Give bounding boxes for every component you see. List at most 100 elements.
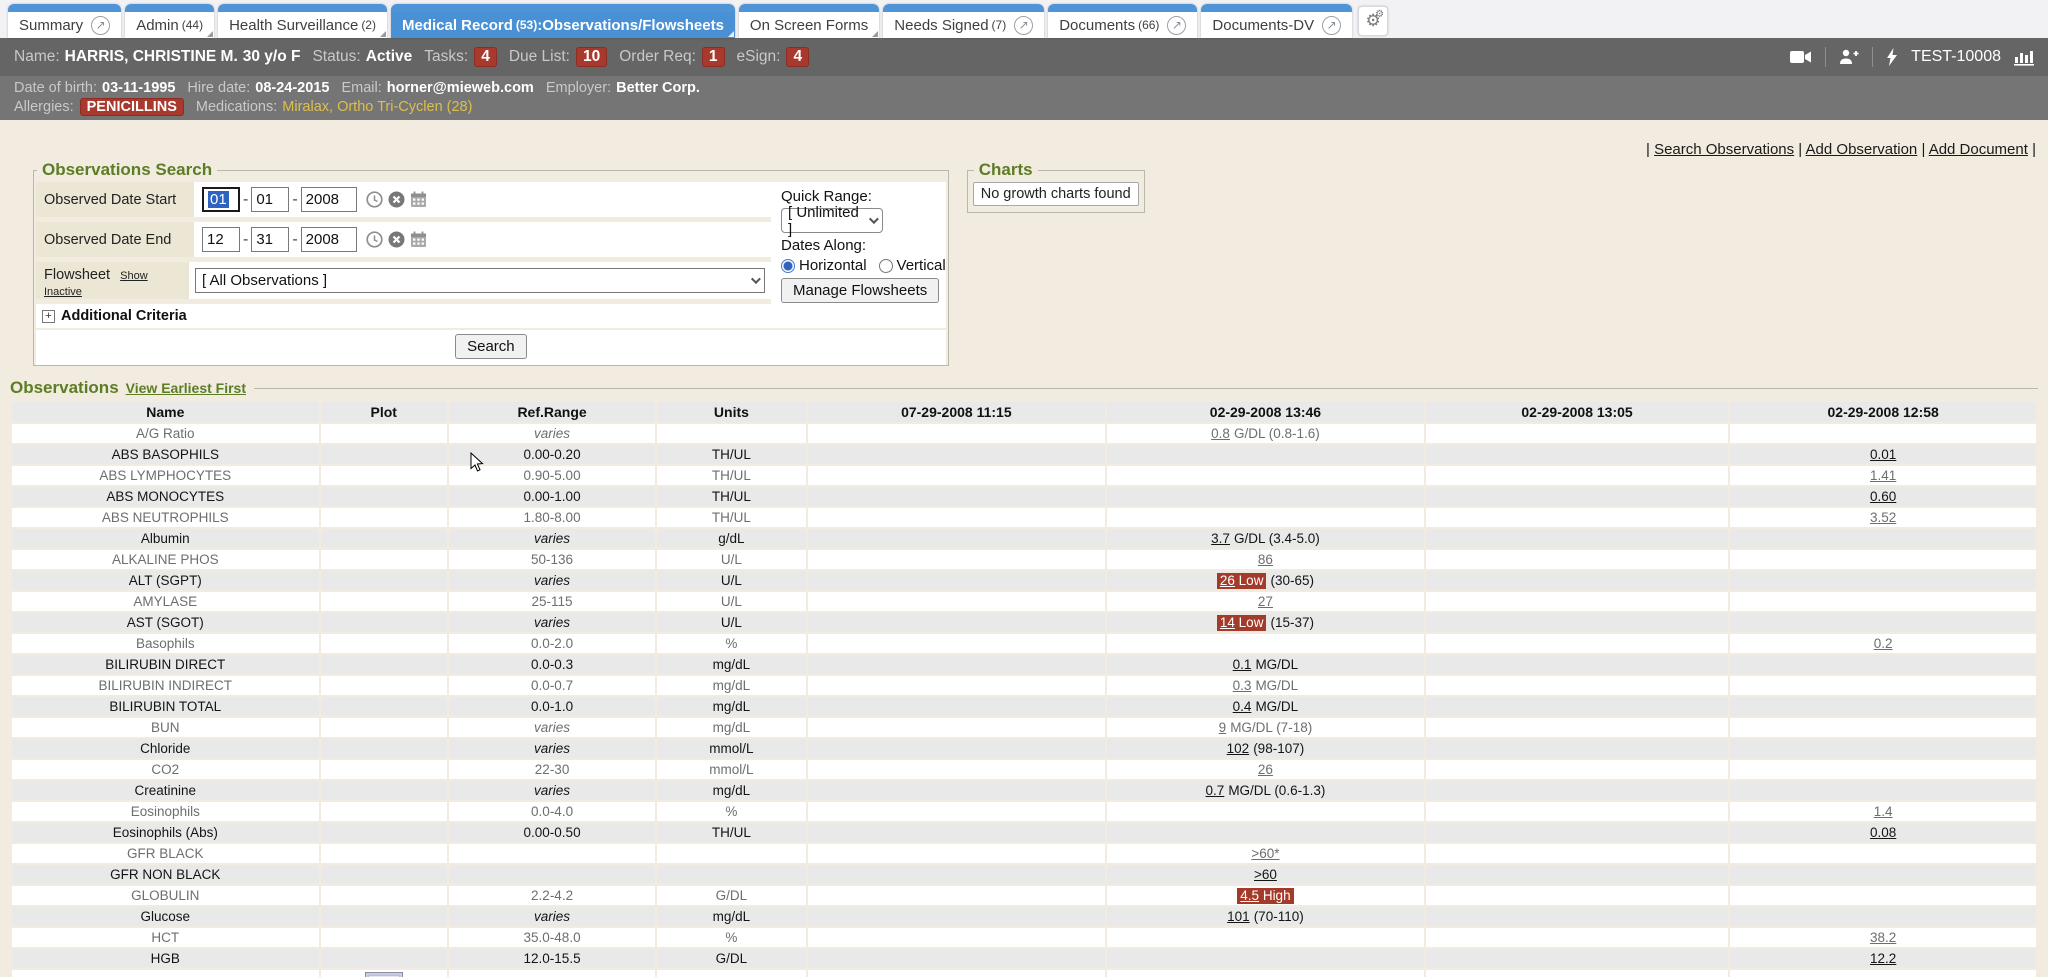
tab-documents-dv[interactable]: Documents-DV↗ (1201, 4, 1352, 38)
person-add-icon[interactable] (1839, 49, 1859, 65)
tab-health-surveillance[interactable]: Health Surveillance(2) (218, 4, 387, 38)
search-button[interactable]: Search (455, 334, 527, 359)
count-badge-order-req[interactable]: 1 (702, 47, 725, 67)
bar-chart-icon[interactable] (2014, 49, 2034, 66)
observation-name: Creatinine (12, 781, 319, 800)
flowsheet-select[interactable]: [ All Observations ] (195, 268, 765, 293)
tab-on-screen-forms[interactable]: On Screen Forms (739, 4, 879, 38)
value-cell: 0.4MG/DL (1107, 697, 1424, 716)
count-badge-tasks[interactable]: 4 (474, 47, 497, 67)
value-link[interactable]: 0.8 (1211, 426, 1230, 441)
allergy-badge[interactable]: PENICILLINS (80, 98, 184, 116)
observation-name: Basophils (12, 634, 319, 653)
observed-date-end-row: Observed Date End 12 - 31 - 2008 (36, 222, 771, 257)
observation-row-abs-monocytes: ABS MONOCYTES0.00-1.00TH/UL0.60 (12, 487, 2036, 506)
add-observation-link[interactable]: Add Observation (1806, 141, 1918, 158)
clock-icon[interactable] (366, 191, 383, 208)
video-camera-icon[interactable] (1790, 50, 1812, 64)
value-link[interactable]: 0.01 (1870, 447, 1896, 462)
value-link[interactable]: 27 (1258, 594, 1273, 609)
calendar-icon[interactable] (410, 191, 427, 208)
date-start-year-input[interactable]: 2008 (301, 187, 357, 212)
value-link[interactable]: 9 (1219, 720, 1227, 735)
external-link-icon[interactable]: ↗ (1014, 16, 1033, 35)
plot-cell (321, 739, 447, 758)
value-link[interactable]: 102 (1227, 741, 1250, 756)
value-link[interactable]: 0.7 (1206, 783, 1225, 798)
value-link[interactable]: 0.60 (1870, 489, 1896, 504)
external-link-icon[interactable]: ↗ (1167, 16, 1186, 35)
value-cell: 102(98-107) (1107, 739, 1424, 758)
flagged-value[interactable]: 14 Low (1217, 615, 1267, 631)
value-link[interactable]: 26 (1258, 762, 1273, 777)
tab-needs-signed[interactable]: Needs Signed(7)↗ (883, 4, 1044, 38)
lightning-icon[interactable] (1886, 48, 1898, 66)
observation-row-ast-sgot: AST (SGOT)variesU/L14 Low(15-37) (12, 613, 2036, 632)
external-link-icon[interactable]: ↗ (91, 16, 110, 35)
sparkline-plot-icon[interactable] (365, 972, 403, 977)
observation-name: AST (SGOT) (12, 613, 319, 632)
settings-gear-button[interactable]: ⚙ ⚙ (1358, 6, 1388, 36)
tab-medical-record[interactable]: Medical Record(53):Observations/Flowshee… (391, 4, 735, 38)
observation-row-eosinophils-abs: Eosinophils (Abs)0.00-0.50TH/UL0.08 (12, 823, 2036, 842)
tab-documents[interactable]: Documents(66)↗ (1048, 4, 1197, 38)
date-start-month-input[interactable]: 01 (202, 187, 240, 212)
date-start-day-input[interactable]: 01 (251, 187, 289, 212)
value-link[interactable]: 1.41 (1870, 468, 1896, 483)
patient-summary-bar: Name:HARRIS, CHRISTINE M.30 y/o FStatus:… (0, 38, 2048, 76)
observations-search-panel: Observations Search Observed Date Start … (33, 160, 949, 366)
clear-date-icon[interactable] (388, 191, 405, 208)
external-link-icon[interactable]: ↗ (1322, 16, 1341, 35)
count-badge-due-list[interactable]: 10 (576, 47, 607, 67)
flagged-value[interactable]: 26 Low (1217, 573, 1267, 589)
clock-icon[interactable] (366, 231, 383, 248)
value-link[interactable]: 3.7 (1211, 531, 1230, 546)
expand-plus-icon[interactable]: + (42, 310, 55, 323)
observed-date-end-label: Observed Date End (36, 222, 194, 257)
search-observations-link[interactable]: Search Observations (1654, 141, 1794, 158)
value-cell: 38.2 (1730, 928, 2036, 947)
tab-admin[interactable]: Admin(44) (125, 4, 214, 38)
radio-horizontal[interactable]: Horizontal (781, 257, 867, 274)
value-cell: 26 Low(30-65) (1107, 571, 1424, 590)
value-cell (1730, 886, 2036, 905)
quick-range-select[interactable]: [ Unlimited ] (781, 208, 883, 233)
manage-flowsheets-button[interactable]: Manage Flowsheets (781, 278, 939, 303)
value-link[interactable]: 0.08 (1870, 825, 1896, 840)
medication-link[interactable]: Miralax (282, 99, 329, 115)
value-cell (1426, 424, 1729, 443)
add-document-link[interactable]: Add Document (1929, 141, 2028, 158)
date-end-day-input[interactable]: 31 (251, 227, 289, 252)
value-cell (808, 949, 1106, 968)
value-link[interactable]: >60* (1251, 846, 1279, 861)
value-link[interactable]: 0.2 (1874, 636, 1893, 651)
value-link[interactable]: 0.4 (1233, 699, 1252, 714)
date-end-year-input[interactable]: 2008 (301, 227, 357, 252)
value-link[interactable]: 1.4 (1874, 804, 1893, 819)
value-link[interactable]: 86 (1258, 552, 1273, 567)
value-link[interactable]: >60 (1254, 867, 1277, 882)
value-link[interactable]: 101 (1227, 909, 1250, 924)
calendar-icon[interactable] (410, 231, 427, 248)
clear-date-icon[interactable] (388, 231, 405, 248)
ref-range-cell: 0.00-1.00 (449, 487, 655, 506)
view-earliest-first-link[interactable]: View Earliest First (126, 380, 246, 396)
value-cell (1426, 466, 1729, 485)
value-link[interactable]: 0.3 (1233, 678, 1252, 693)
value-cell (1730, 718, 2036, 737)
value-link[interactable]: 38.2 (1870, 930, 1896, 945)
value-link[interactable]: 12.2 (1870, 951, 1896, 966)
count-badge-esign[interactable]: 4 (786, 47, 809, 67)
value-cell: 0.3MG/DL (1107, 676, 1424, 695)
flagged-value[interactable]: 4.5 High (1237, 888, 1293, 904)
observation-name: ALKALINE PHOS (12, 550, 319, 569)
date-end-month-input[interactable]: 12 (202, 227, 240, 252)
observation-name: ABS NEUTROPHILS (12, 508, 319, 527)
medication-link[interactable]: Ortho Tri-Cyclen (28) (337, 99, 472, 115)
menu-fold-icon (207, 31, 213, 37)
tab-summary[interactable]: Summary↗ (8, 4, 121, 38)
radio-vertical[interactable]: Vertical (879, 257, 946, 274)
value-link[interactable]: 0.1 (1233, 657, 1252, 672)
observations-title: Observations (10, 378, 119, 398)
value-link[interactable]: 3.52 (1870, 510, 1896, 525)
